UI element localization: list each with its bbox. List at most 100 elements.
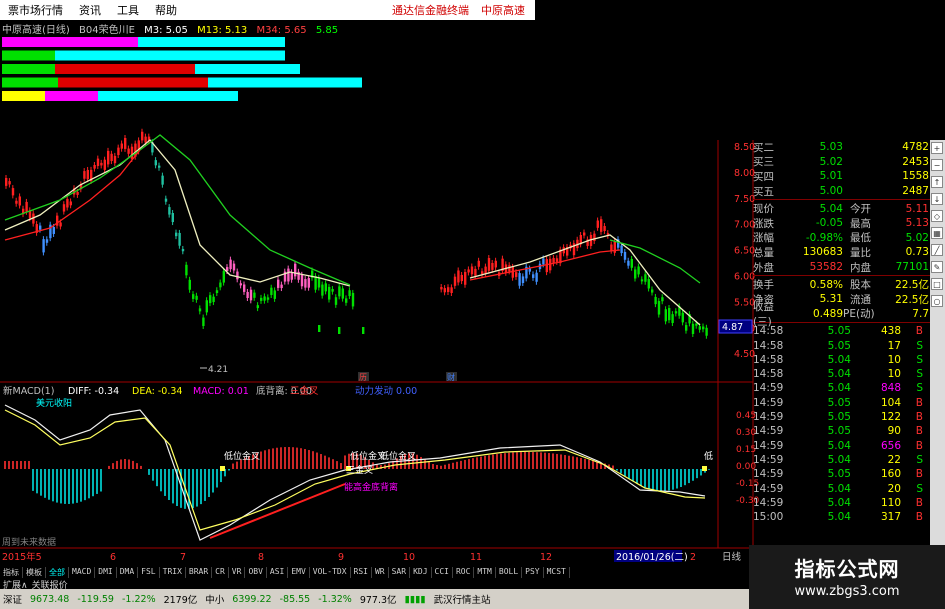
toolbar-button[interactable]: □	[931, 278, 943, 290]
candle-body	[481, 271, 484, 274]
tab-17[interactable]: SAR	[389, 567, 411, 578]
candle-body	[130, 146, 134, 159]
bid-row[interactable]: 买五 5.00 2487	[753, 184, 930, 199]
tick-volume: 656	[880, 439, 901, 452]
annotation: 低位金叉	[224, 450, 260, 462]
toolbar-button[interactable]: −	[931, 159, 943, 171]
tab-1[interactable]: 模板	[23, 567, 46, 578]
signal-bar-segment	[208, 77, 362, 88]
signal-bar-segment	[2, 64, 55, 74]
toolbar-button[interactable]: ▦	[931, 227, 943, 239]
tick-volume: 317	[880, 511, 901, 524]
low-price-label: 4.21	[208, 365, 228, 375]
tab-3[interactable]: MACD	[69, 567, 96, 578]
tab-19[interactable]: CCI	[432, 567, 453, 578]
candle-body	[674, 311, 678, 314]
tab-14[interactable]: VOL-TDX	[310, 567, 351, 578]
tab-18[interactable]: KDJ	[410, 567, 432, 578]
candle-body	[76, 191, 79, 195]
tab-16[interactable]: WR	[372, 567, 389, 578]
tab-24[interactable]: MCST	[544, 567, 570, 578]
candle-body	[113, 155, 117, 164]
candle-body	[229, 259, 232, 270]
tab-2[interactable]: 全部	[46, 567, 69, 578]
watermark-title: 指标公式网	[794, 557, 900, 581]
candle-body	[266, 297, 270, 300]
tab-9[interactable]: CR	[212, 567, 229, 578]
candle-body	[161, 175, 164, 185]
candle-body	[260, 297, 263, 301]
toolbar-button[interactable]: ○	[931, 295, 943, 307]
annotation: 低	[704, 450, 713, 462]
zx-change: -85.55	[279, 593, 311, 605]
candle-body	[39, 225, 42, 230]
stat-label: 换手	[753, 279, 774, 292]
candle-body	[185, 264, 188, 276]
tab-23[interactable]: PSY	[522, 567, 544, 578]
candle-body	[294, 263, 297, 277]
tab-12[interactable]: ASI	[267, 567, 289, 578]
tab-8[interactable]: BRAR	[186, 567, 213, 578]
candle-body	[144, 136, 147, 143]
candle-body	[331, 289, 334, 292]
stat-label: 内盘	[850, 261, 871, 274]
toolbar-button[interactable]: +	[931, 142, 943, 154]
tab2-1[interactable]: 关联报价	[32, 578, 68, 591]
tick-time: 14:59	[753, 425, 784, 438]
bid-row[interactable]: 买二 5.03 4782	[753, 140, 930, 155]
candle-body	[651, 289, 654, 293]
tab-5[interactable]: DMA	[117, 567, 139, 578]
candle-body	[18, 196, 21, 206]
toolbar-button[interactable]: ↓	[931, 193, 943, 205]
tab2-0[interactable]: 扩展∧	[3, 578, 28, 591]
candle-body	[198, 308, 202, 312]
candle-body	[290, 272, 293, 280]
tab-4[interactable]: DMI	[95, 567, 117, 578]
candle-body	[103, 159, 106, 170]
bid-label: 买五	[753, 185, 774, 198]
candle-body	[96, 158, 100, 166]
tab-7[interactable]: TRIX	[160, 567, 186, 578]
price-axis-label: 6.00	[734, 272, 755, 283]
signal-bar-segment	[2, 77, 58, 88]
zx-value: 6399.22	[232, 593, 272, 605]
menu-market[interactable]: 票市场行情	[0, 2, 71, 18]
tab-6[interactable]: FSL	[138, 567, 160, 578]
ma-line	[609, 239, 701, 284]
tab-21[interactable]: MTM	[474, 567, 496, 578]
candle-body	[69, 201, 72, 206]
menu-tools[interactable]: 工具	[109, 2, 147, 18]
tab-22[interactable]: BOLL	[496, 567, 523, 578]
tab-11[interactable]: OBV	[245, 567, 267, 578]
tick-side: B	[915, 496, 923, 509]
x-axis-label: 日线	[722, 551, 742, 563]
bid-row[interactable]: 买四 5.01 1558	[753, 169, 930, 184]
candle-body	[120, 143, 123, 149]
tick-row: 14:59 5.05 104 B	[753, 396, 930, 410]
candle-body	[318, 325, 321, 332]
tab-10[interactable]: VR	[229, 567, 246, 578]
candle-body	[334, 297, 338, 305]
tick-price: 5.05	[827, 396, 851, 409]
indicator-tabs: 指标 模板 全部 MACD DMI DMA FSL TRIX BRAR CR VR OBV ASI EMV…	[0, 567, 700, 578]
tab-13[interactable]: EMV	[288, 567, 310, 578]
server-name[interactable]: 武汉行情主站	[433, 592, 490, 606]
tab-0[interactable]: 指标	[0, 567, 23, 578]
bid-row[interactable]: 买三 5.02 2453	[753, 155, 930, 170]
x-axis-label: 8	[258, 552, 264, 563]
toolbar-button[interactable]: ✎	[931, 261, 943, 273]
tab-15[interactable]: RSI	[351, 567, 372, 578]
candle-body	[86, 169, 89, 180]
toolbar-button[interactable]: ╱	[931, 244, 943, 256]
menu-news[interactable]: 资讯	[71, 2, 109, 18]
candle-body	[246, 291, 249, 299]
candle-body	[171, 213, 174, 223]
sz-value: 9673.48	[30, 593, 70, 605]
tick-time: 14:59	[753, 439, 784, 452]
toolbar-button[interactable]: ◇	[931, 210, 943, 222]
tab-20[interactable]: ROC	[453, 567, 475, 578]
bid-volume: 4782	[902, 141, 929, 154]
menu-help[interactable]: 帮助	[147, 2, 185, 18]
tick-price: 5.05	[827, 468, 851, 481]
toolbar-button[interactable]: ↑	[931, 176, 943, 188]
